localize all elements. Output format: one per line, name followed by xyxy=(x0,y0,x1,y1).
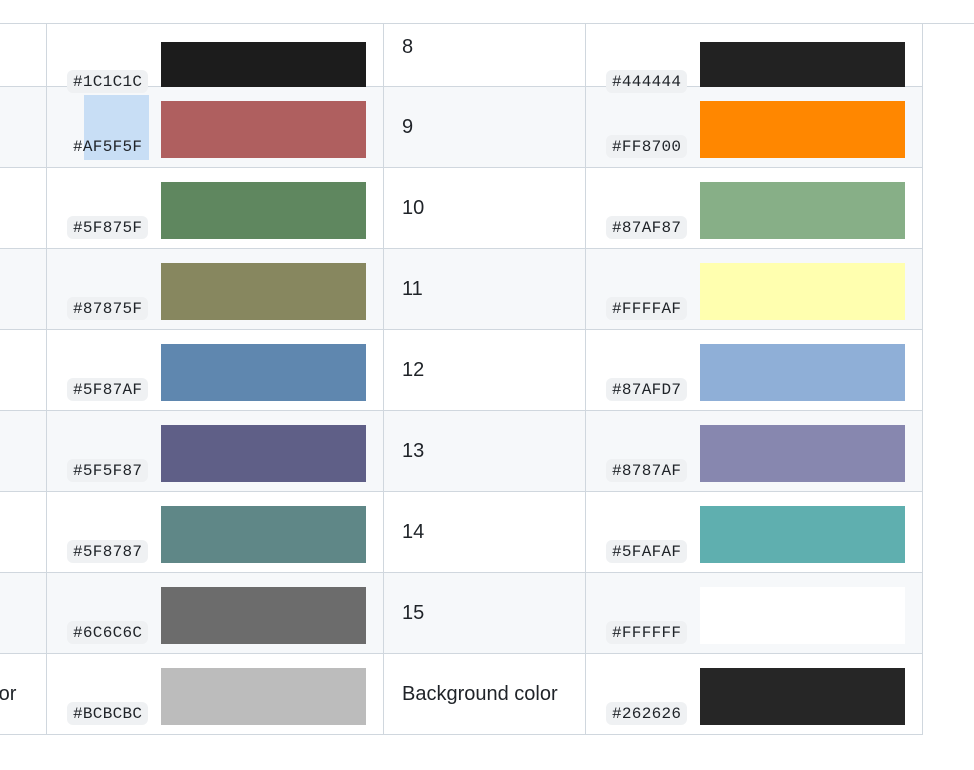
table-row: #6C6C6C 15 #FFFFFF xyxy=(0,572,923,654)
left-label-cell xyxy=(0,23,47,87)
right-color-cell: #444444 xyxy=(585,23,923,93)
hex-code: #444444 xyxy=(606,70,688,93)
left-label-cell xyxy=(0,410,47,492)
hex-code: #FFFFFF xyxy=(606,621,688,644)
hex-code: #5F5F87 xyxy=(67,459,149,482)
left-color-cell: #1C1C1C xyxy=(46,23,384,93)
right-label-cell: 11 xyxy=(383,248,586,330)
color-swatch xyxy=(700,263,905,320)
hex-code: #5F8787 xyxy=(67,540,149,563)
right-label-cell: 9 xyxy=(383,86,586,168)
hex-code: #87875F xyxy=(67,297,149,320)
table-row: #1C1C1C 8 #444444 xyxy=(0,23,923,93)
right-label-cell: 15 xyxy=(383,572,586,654)
left-color-cell: #5F5F87 xyxy=(46,410,384,492)
color-index-label: 8 xyxy=(402,36,414,58)
color-index-label: 9 xyxy=(402,115,414,138)
right-color-cell: #5FAFAF xyxy=(585,491,923,573)
hex-code[interactable]: #AF5F5F xyxy=(67,135,148,158)
right-color-cell: #87AFD7 xyxy=(585,329,923,411)
left-label-cell xyxy=(0,491,47,573)
hex-code: #5FAFAF xyxy=(606,540,688,563)
color-swatch xyxy=(700,344,905,401)
hex-code: #87AFD7 xyxy=(606,378,688,401)
right-label-cell: 13 xyxy=(383,410,586,492)
right-color-cell: #87AF87 xyxy=(585,167,923,249)
color-swatch xyxy=(700,182,905,239)
hex-code: #8787AF xyxy=(606,459,688,482)
left-color-cell: #BCBCBC xyxy=(46,653,384,735)
left-label-cell xyxy=(0,572,47,654)
color-index-label: 13 xyxy=(402,439,425,462)
left-label-cell: olor xyxy=(0,653,47,735)
table-row: #5F8787 14 #5FAFAF xyxy=(0,491,923,573)
color-index-label: 15 xyxy=(402,601,425,624)
right-color-cell: #FF8700 xyxy=(585,86,923,168)
left-color-cell: #6C6C6C xyxy=(46,572,384,654)
color-index-label: 14 xyxy=(402,520,425,543)
hex-code: #FFFFAF xyxy=(606,297,688,320)
color-swatch xyxy=(161,101,366,158)
right-label-cell: 8 xyxy=(383,23,586,87)
hex-code: #87AF87 xyxy=(606,216,688,239)
table-row: olor #BCBCBC Background color #262626 xyxy=(0,653,923,735)
right-color-cell: #8787AF xyxy=(585,410,923,492)
color-index-label: 12 xyxy=(402,358,425,381)
color-swatch xyxy=(161,506,366,563)
color-swatch xyxy=(700,506,905,563)
left-label-cell xyxy=(0,329,47,411)
color-swatch xyxy=(161,182,366,239)
right-color-cell: #262626 xyxy=(585,653,923,735)
right-label-cell: 12 xyxy=(383,329,586,411)
hex-code: #BCBCBC xyxy=(67,702,149,725)
color-table: #1C1C1C 8 #444444 #AF5F5F 9 #FF8700 #5F8… xyxy=(0,23,923,735)
color-swatch xyxy=(700,668,905,725)
left-color-cell: #AF5F5F xyxy=(46,86,384,168)
color-index-label: 11 xyxy=(402,277,423,300)
right-color-cell: #FFFFAF xyxy=(585,248,923,330)
color-swatch xyxy=(161,42,366,87)
left-label: olor xyxy=(0,683,17,705)
color-index-label: 10 xyxy=(402,196,425,219)
hex-code: #262626 xyxy=(606,702,688,725)
right-label-cell: Background color xyxy=(383,653,586,735)
table-row: #5F5F87 13 #8787AF xyxy=(0,410,923,492)
left-color-cell: #87875F xyxy=(46,248,384,330)
right-label-cell: 10 xyxy=(383,167,586,249)
left-color-cell: #5F875F xyxy=(46,167,384,249)
hex-code: #5F875F xyxy=(67,216,149,239)
color-swatch xyxy=(161,425,366,482)
color-swatch xyxy=(700,42,905,87)
left-color-cell: #5F87AF xyxy=(46,329,384,411)
right-label-cell: 14 xyxy=(383,491,586,573)
color-swatch xyxy=(161,263,366,320)
color-swatch xyxy=(700,101,905,158)
left-color-cell: #5F8787 xyxy=(46,491,384,573)
hex-code: #1C1C1C xyxy=(67,70,149,93)
color-swatch xyxy=(700,425,905,482)
table-row: #5F87AF 12 #87AFD7 xyxy=(0,329,923,411)
left-label-cell xyxy=(0,248,47,330)
left-label-cell xyxy=(0,86,47,168)
table-row: #87875F 11 #FFFFAF xyxy=(0,248,923,330)
color-swatch xyxy=(700,587,905,644)
table-row: #5F875F 10 #87AF87 xyxy=(0,167,923,249)
color-index-label: Background color xyxy=(402,682,558,705)
table-row: #AF5F5F 9 #FF8700 xyxy=(0,86,923,168)
hex-code: #5F87AF xyxy=(67,378,149,401)
hex-code: #6C6C6C xyxy=(67,621,149,644)
left-label-cell xyxy=(0,167,47,249)
hex-code: #FF8700 xyxy=(606,135,688,158)
color-swatch xyxy=(161,344,366,401)
color-swatch xyxy=(161,668,366,725)
color-swatch xyxy=(161,587,366,644)
right-color-cell: #FFFFFF xyxy=(585,572,923,654)
